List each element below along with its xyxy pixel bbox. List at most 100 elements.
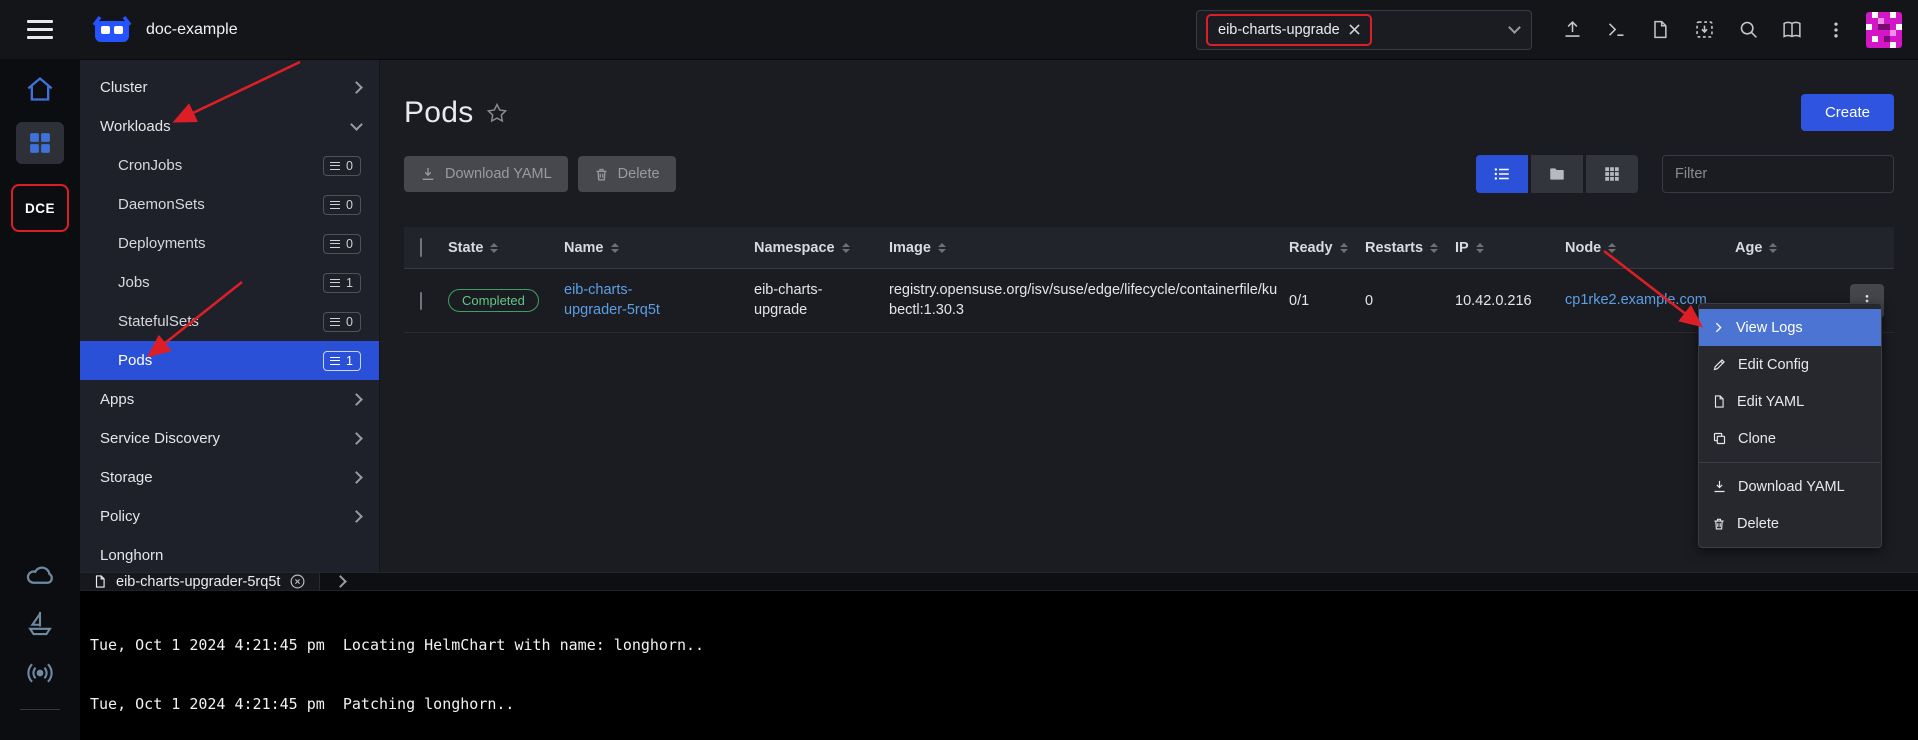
- view-toggle-group: [1476, 155, 1638, 193]
- file-icon[interactable]: [1638, 8, 1682, 52]
- filter-input[interactable]: [1662, 155, 1894, 193]
- log-line: Tue, Oct 1 2024 4:21:45 pmLocating HelmC…: [90, 636, 1918, 656]
- sidebar-item-deployments[interactable]: Deployments 0: [80, 224, 379, 263]
- chevron-right-icon: [1712, 321, 1725, 334]
- cluster-filter-chip[interactable]: eib-charts-upgrade: [1209, 17, 1369, 43]
- sidebar-item-cronjobs[interactable]: CronJobs 0: [80, 146, 379, 185]
- sidebar-item-apps[interactable]: Apps: [80, 380, 379, 419]
- sidebar-item-pods[interactable]: Pods 1: [80, 341, 379, 380]
- download-icon: [420, 166, 436, 182]
- status-badge: Completed: [448, 289, 539, 312]
- pod-name-link[interactable]: eib-charts-upgrader-5rq5t: [564, 281, 694, 320]
- file-icon: [1712, 394, 1726, 409]
- main-content: Pods Create Download YAML Delete: [380, 60, 1918, 572]
- node-link[interactable]: cp1rke2.example.com: [1565, 292, 1707, 308]
- cluster-filter-select[interactable]: eib-charts-upgrade: [1196, 10, 1532, 50]
- rancher-logo-icon: [92, 14, 132, 46]
- folder-view-toggle[interactable]: [1531, 155, 1583, 193]
- chevron-right-icon: [350, 393, 363, 406]
- count-badge: 0: [323, 312, 361, 332]
- kubectl-shell-icon[interactable]: [1594, 8, 1638, 52]
- menu-item-edit-yaml[interactable]: Edit YAML: [1699, 383, 1881, 420]
- pods-table: State Name Namespace Image Ready Restart…: [404, 227, 1894, 333]
- sort-icon: [842, 243, 850, 253]
- count-badge: 0: [323, 234, 361, 254]
- sidebar-item-cluster[interactable]: Cluster: [80, 68, 379, 107]
- import-yaml-icon[interactable]: [1682, 8, 1726, 52]
- sidebar-item-jobs[interactable]: Jobs 1: [80, 263, 379, 302]
- sidebar-item-workloads[interactable]: Workloads: [80, 107, 379, 146]
- log-tab-bar: eib-charts-upgrader-5rq5t: [80, 573, 1918, 591]
- waves-icon[interactable]: [26, 659, 54, 687]
- sidebar-item-storage[interactable]: Storage: [80, 458, 379, 497]
- menu-item-view-logs[interactable]: View Logs: [1699, 309, 1881, 346]
- row-checkbox[interactable]: [420, 292, 422, 310]
- top-bar: doc-example eib-charts-upgrade: [0, 0, 1918, 60]
- cluster-manager-icon[interactable]: [16, 122, 64, 164]
- image-cell: registry.opensuse.org/isv/suse/edge/life…: [889, 281, 1289, 320]
- file-icon: [93, 574, 107, 589]
- table-header-row: State Name Namespace Image Ready Restart…: [404, 227, 1894, 269]
- menu-item-download-yaml[interactable]: Download YAML: [1699, 468, 1881, 505]
- col-header-node[interactable]: Node: [1565, 240, 1735, 256]
- count-badge: 0: [323, 156, 361, 176]
- sort-icon: [938, 243, 946, 253]
- list-view-toggle[interactable]: [1476, 155, 1528, 193]
- count-badge: 1: [323, 273, 361, 293]
- select-all-checkbox[interactable]: [420, 238, 422, 257]
- hamburger-menu-icon[interactable]: [0, 15, 80, 44]
- kebab-menu-icon[interactable]: [1814, 8, 1858, 52]
- ip-cell: 10.42.0.216: [1455, 293, 1565, 309]
- col-header-name[interactable]: Name: [564, 240, 754, 256]
- sidebar-item-statefulsets[interactable]: StatefulSets 0: [80, 302, 379, 341]
- home-icon[interactable]: [26, 76, 54, 102]
- sidebar-item-daemonsets[interactable]: DaemonSets 0: [80, 185, 379, 224]
- user-avatar[interactable]: [1866, 12, 1902, 48]
- cluster-badge-dce[interactable]: DCE: [17, 190, 63, 226]
- upload-icon[interactable]: [1550, 8, 1594, 52]
- menu-item-edit-config[interactable]: Edit Config: [1699, 346, 1881, 383]
- menu-divider: [1699, 462, 1881, 463]
- restarts-cell: 0: [1365, 293, 1455, 309]
- sidebar-item-policy[interactable]: Policy: [80, 497, 379, 536]
- favorite-star-icon[interactable]: [486, 102, 508, 124]
- sidebar-item-service-discovery[interactable]: Service Discovery: [80, 419, 379, 458]
- count-badge: 0: [323, 195, 361, 215]
- sort-icon: [490, 243, 498, 253]
- log-tab[interactable]: eib-charts-upgrader-5rq5t: [80, 573, 320, 590]
- sort-icon: [1608, 243, 1616, 253]
- ship-icon[interactable]: [26, 609, 54, 637]
- col-header-state[interactable]: State: [448, 240, 564, 256]
- col-header-ready[interactable]: Ready: [1289, 240, 1365, 256]
- count-badge: 1: [323, 351, 361, 371]
- close-icon[interactable]: [1349, 24, 1360, 35]
- log-panel: eib-charts-upgrader-5rq5t Tue, Oct 1 202…: [80, 572, 1918, 740]
- namespace-cell: eib-charts-upgrade: [754, 281, 849, 320]
- grid-view-toggle[interactable]: [1586, 155, 1638, 193]
- download-yaml-button[interactable]: Download YAML: [404, 156, 568, 192]
- chevron-right-icon: [350, 81, 363, 94]
- create-button[interactable]: Create: [1801, 94, 1894, 131]
- search-icon[interactable]: [1726, 8, 1770, 52]
- chevron-down-icon: [350, 118, 363, 131]
- col-header-namespace[interactable]: Namespace: [754, 240, 889, 256]
- menu-item-clone[interactable]: Clone: [1699, 420, 1881, 457]
- col-header-ip[interactable]: IP: [1455, 240, 1565, 256]
- tab-scroll-chevron-icon[interactable]: [320, 573, 360, 590]
- delete-button[interactable]: Delete: [578, 156, 676, 192]
- cloud-icon[interactable]: [25, 561, 55, 587]
- brand: doc-example: [92, 14, 238, 46]
- rail-divider: [20, 709, 60, 710]
- col-header-image[interactable]: Image: [889, 240, 1289, 256]
- chevron-right-icon: [350, 510, 363, 523]
- download-icon: [1712, 479, 1727, 494]
- close-circle-icon[interactable]: [289, 573, 306, 590]
- col-header-restarts[interactable]: Restarts: [1365, 240, 1455, 256]
- sidebar-item-longhorn[interactable]: Longhorn: [80, 536, 379, 572]
- menu-item-delete[interactable]: Delete: [1699, 505, 1881, 542]
- col-header-age[interactable]: Age: [1735, 240, 1850, 256]
- trash-icon: [1712, 517, 1726, 531]
- pencil-icon: [1712, 357, 1727, 372]
- docs-book-icon[interactable]: [1770, 8, 1814, 52]
- log-output[interactable]: Tue, Oct 1 2024 4:21:45 pmLocating HelmC…: [80, 591, 1918, 740]
